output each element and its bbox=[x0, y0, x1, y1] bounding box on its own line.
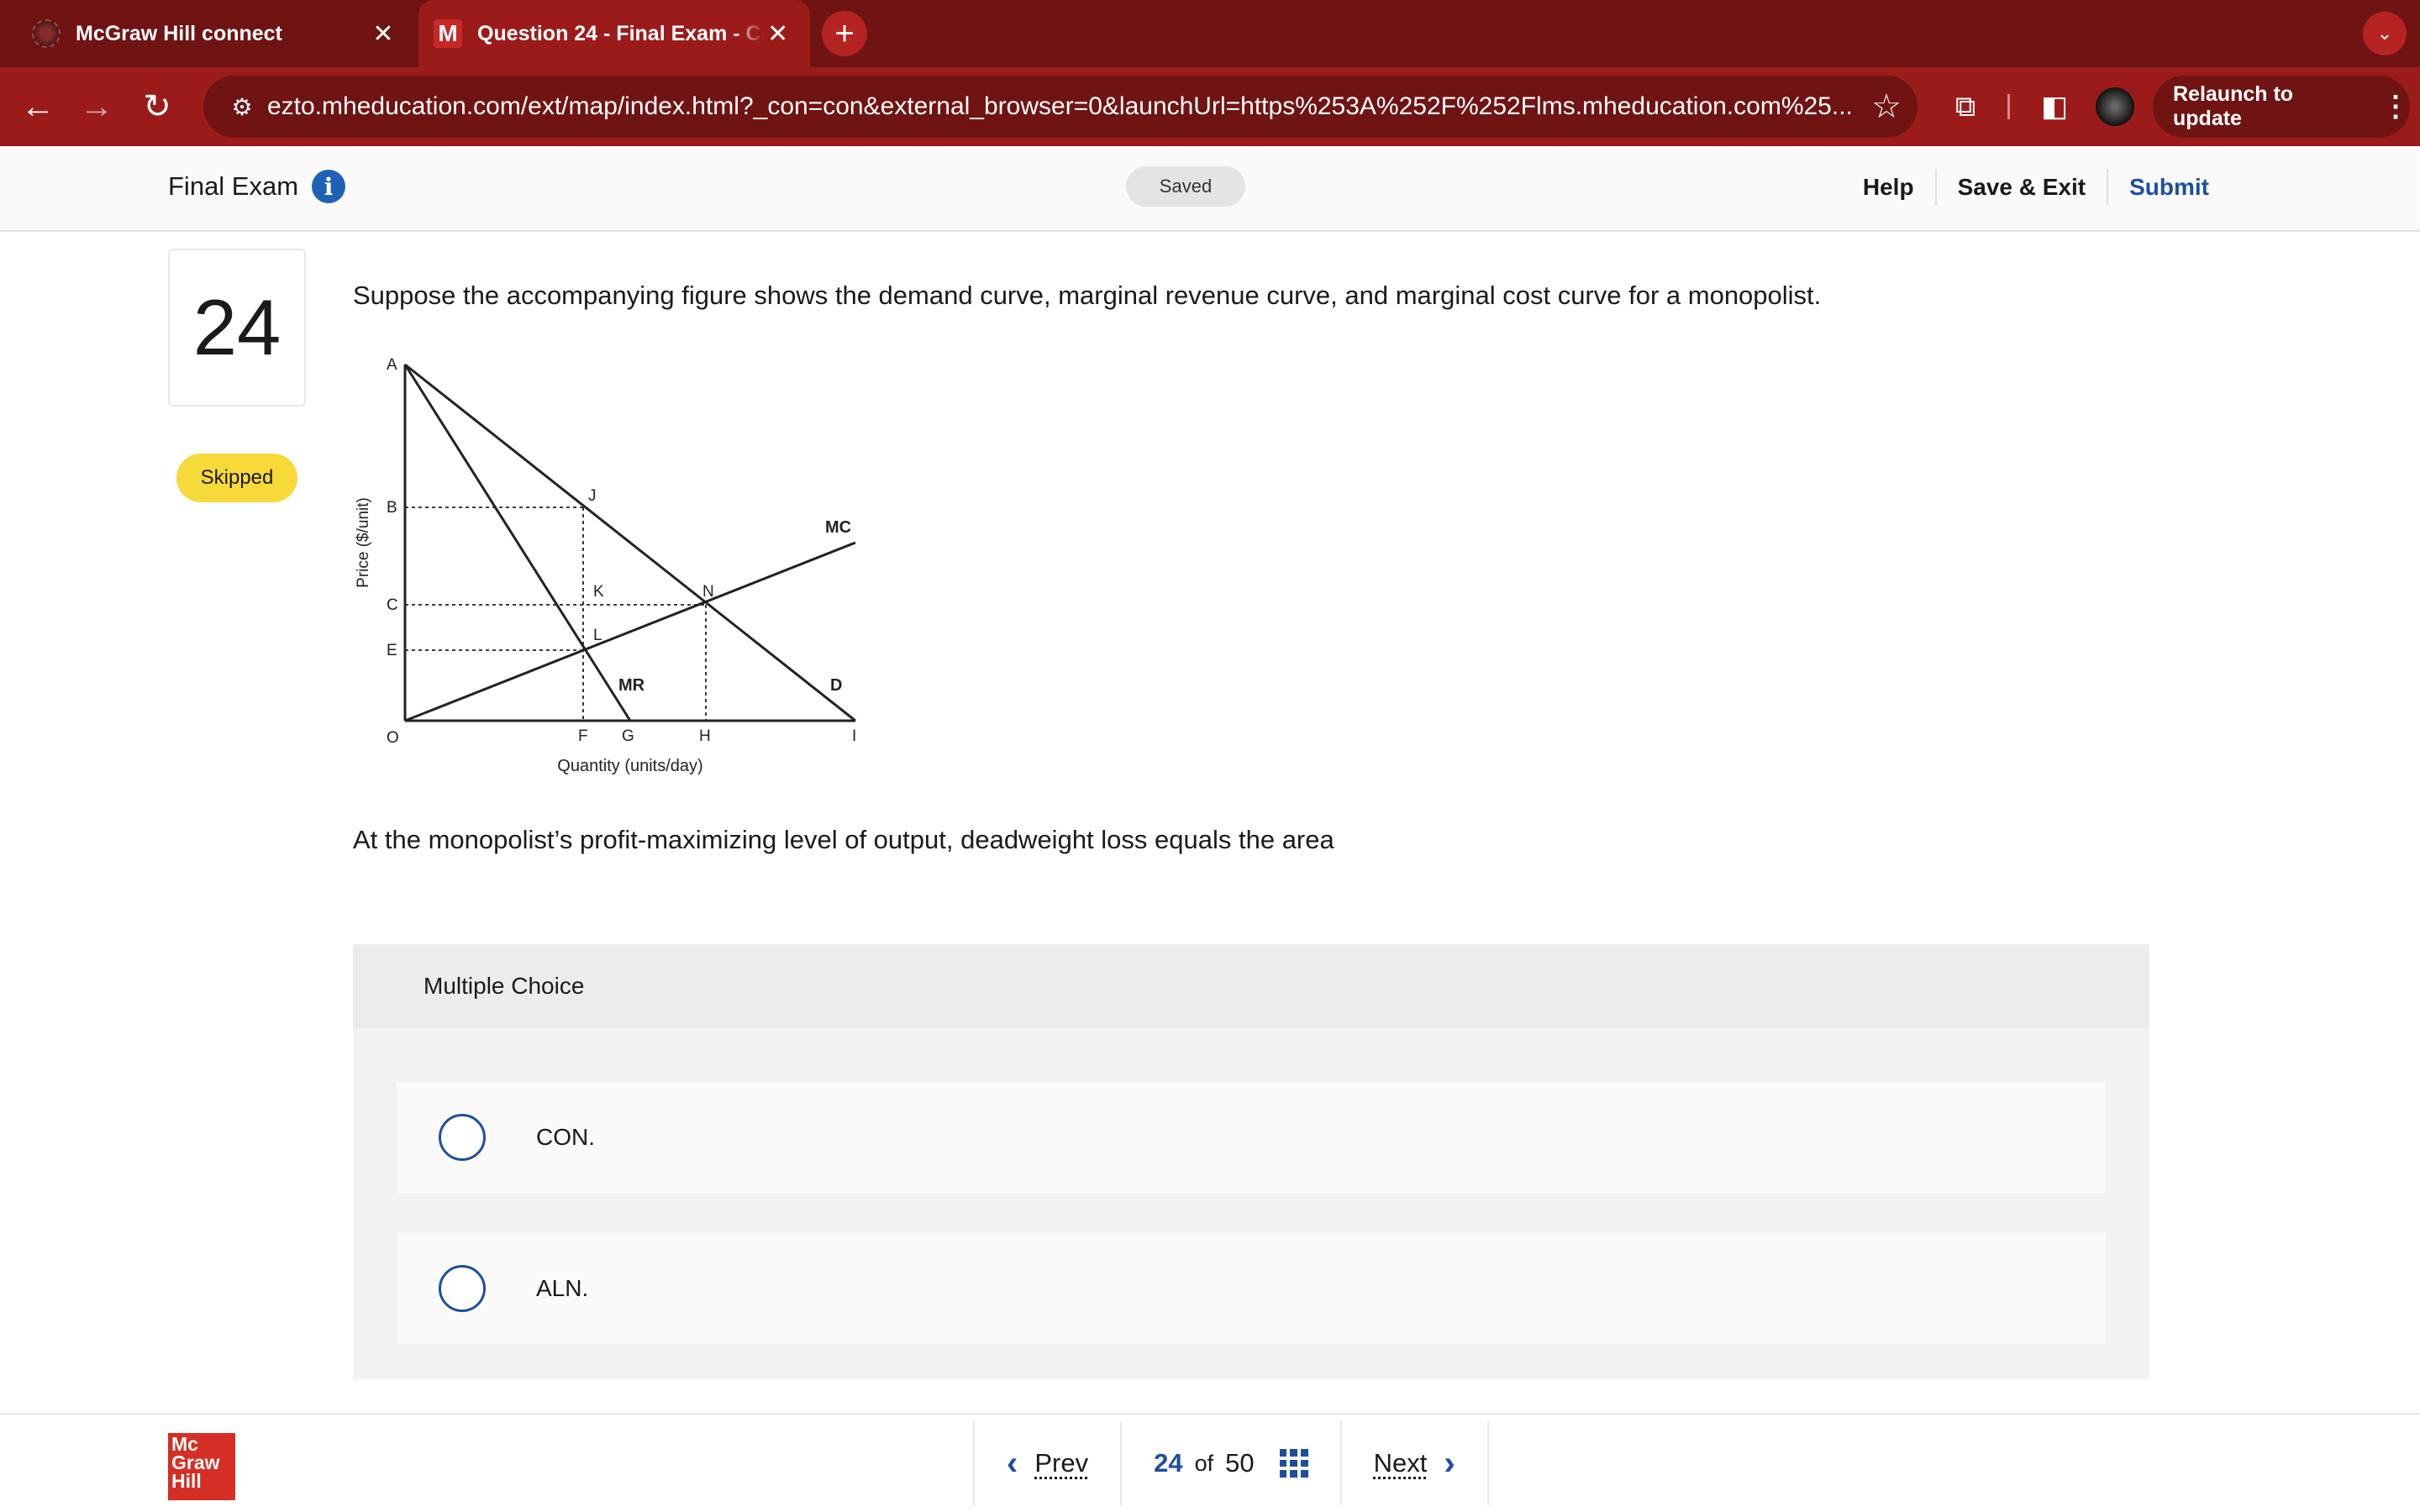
exam-header: Final Exam i Saved Help Save & Exit Subm… bbox=[0, 146, 2420, 232]
label-e: E bbox=[387, 642, 397, 659]
monopoly-figure: A B C E O J K L N F G H I MC MR D Price … bbox=[345, 344, 865, 794]
guide-lines bbox=[405, 507, 707, 721]
skipped-badge: Skipped bbox=[176, 454, 297, 502]
address-bar[interactable]: ⚙ ezto.mheducation.com/ext/map/index.htm… bbox=[203, 76, 1918, 138]
reload-icon[interactable]: ↻ bbox=[136, 86, 178, 128]
question-map-grid-icon[interactable] bbox=[1279, 1449, 1308, 1478]
connect-favicon-icon bbox=[32, 19, 60, 48]
label-mc: MC bbox=[825, 518, 851, 537]
label-d: D bbox=[830, 676, 842, 695]
relaunch-button[interactable]: Relaunch to update ⋮ bbox=[2153, 76, 2410, 138]
question-number: 24 bbox=[168, 249, 306, 407]
prev-button[interactable]: ‹ Prev bbox=[975, 1421, 1120, 1505]
browser-tab-connect[interactable]: McGraw Hill connect ✕ bbox=[0, 0, 418, 67]
monopoly-diagram-svg: A B C E O J K L N F G H I MC MR D Price … bbox=[355, 356, 856, 775]
choice-option-2[interactable]: ALN. bbox=[397, 1233, 2106, 1344]
toolbar-divider bbox=[2007, 94, 2010, 119]
label-h: H bbox=[699, 727, 711, 745]
choice-option-1[interactable]: CON. bbox=[397, 1082, 2106, 1193]
url-text[interactable]: ezto.mheducation.com/ext/map/index.html?… bbox=[267, 92, 1855, 121]
profile-avatar[interactable] bbox=[2096, 87, 2134, 126]
label-i: I bbox=[852, 727, 856, 745]
mcgraw-hill-logo: Mc Graw Hill bbox=[168, 1433, 235, 1500]
new-tab-button[interactable]: + bbox=[822, 11, 867, 56]
label-b: B bbox=[387, 499, 397, 517]
label-k: K bbox=[593, 583, 604, 601]
browser-tab-bar: McGraw Hill connect ✕ M Question 24 - Fi… bbox=[0, 0, 2420, 67]
demand-curve bbox=[404, 363, 856, 722]
question-prompt: Suppose the accompanying figure shows th… bbox=[353, 281, 1822, 310]
relaunch-label: Relaunch to update bbox=[2173, 82, 2294, 130]
question-text: At the monopolist’s profit-maximizing le… bbox=[353, 825, 1334, 854]
tab-title: Question 24 - Final Exam - Connect bbox=[477, 21, 764, 45]
menu-dots-icon[interactable]: ⋮ bbox=[2381, 90, 2410, 123]
chevron-left-icon: ‹ bbox=[1007, 1444, 1018, 1482]
submit-link[interactable]: Submit bbox=[2107, 169, 2230, 206]
label-o: O bbox=[387, 729, 399, 747]
curve-labels: MC MR D bbox=[618, 518, 851, 695]
curves bbox=[403, 363, 856, 722]
save-exit-link[interactable]: Save & Exit bbox=[1934, 169, 2107, 206]
choice-type-label: Multiple Choice bbox=[353, 944, 2149, 1028]
prev-label[interactable]: Prev bbox=[1034, 1448, 1088, 1478]
exam-title: Final Exam bbox=[168, 171, 299, 201]
help-link[interactable]: Help bbox=[1842, 169, 1935, 206]
chevron-right-icon: › bbox=[1444, 1444, 1455, 1482]
label-a: A bbox=[387, 356, 397, 374]
label-g: G bbox=[622, 727, 634, 745]
info-icon[interactable]: i bbox=[312, 170, 346, 203]
x-axis-label: Quantity (units/day) bbox=[557, 757, 702, 775]
exam-footer: Mc Graw Hill ‹ Prev 24 of 50 Next › bbox=[0, 1413, 2420, 1512]
multiple-choice-panel: Multiple Choice CON. ALN. bbox=[353, 944, 2149, 1379]
y-axis-label: Price ($/unit) bbox=[355, 497, 372, 588]
label-mr: MR bbox=[618, 676, 645, 695]
total-pages: 50 bbox=[1225, 1448, 1255, 1478]
tab-close-icon[interactable]: ✕ bbox=[764, 19, 792, 49]
next-button[interactable]: Next › bbox=[1339, 1421, 1487, 1505]
saved-status-badge: Saved bbox=[1126, 166, 1245, 207]
current-page: 24 bbox=[1154, 1448, 1183, 1478]
browser-toolbar: ← → ↻ ⚙ ezto.mheducation.com/ext/map/ind… bbox=[0, 67, 2420, 146]
browser-tab-question[interactable]: M Question 24 - Final Exam - Connect ✕ bbox=[418, 0, 810, 67]
tab-title: McGraw Hill connect bbox=[76, 21, 282, 45]
extensions-puzzle-icon[interactable]: ⧉ bbox=[1946, 87, 1985, 126]
tab-search-chevron-icon[interactable]: ⌄ bbox=[2363, 12, 2407, 55]
side-panel-icon[interactable]: ◧ bbox=[2035, 87, 2074, 126]
exam-title-group: Final Exam i bbox=[168, 170, 346, 203]
label-l: L bbox=[593, 627, 602, 644]
label-n: N bbox=[702, 583, 714, 601]
back-arrow-icon[interactable]: ← bbox=[17, 86, 59, 128]
next-label[interactable]: Next bbox=[1374, 1448, 1428, 1478]
label-j: J bbox=[588, 487, 597, 505]
choice-label[interactable]: CON. bbox=[536, 1124, 595, 1151]
header-actions: Help Save & Exit Submit bbox=[1842, 160, 2230, 215]
site-settings-icon[interactable]: ⚙ bbox=[217, 93, 267, 121]
mheducation-favicon-icon: M bbox=[434, 19, 462, 48]
label-f: F bbox=[578, 727, 588, 745]
label-c: C bbox=[387, 596, 398, 614]
page-indicator[interactable]: 24 of 50 bbox=[1120, 1421, 1340, 1505]
radio-button[interactable] bbox=[439, 1114, 486, 1161]
question-pager: ‹ Prev 24 of 50 Next › bbox=[973, 1421, 1489, 1505]
radio-button[interactable] bbox=[439, 1265, 486, 1312]
of-label: of bbox=[1194, 1450, 1214, 1476]
tab-close-icon[interactable]: ✕ bbox=[366, 19, 400, 49]
choice-label[interactable]: ALN. bbox=[536, 1275, 588, 1302]
bookmark-star-icon[interactable]: ☆ bbox=[1855, 87, 1918, 126]
forward-arrow-icon[interactable]: → bbox=[76, 86, 118, 128]
marginal-revenue-curve bbox=[403, 364, 632, 722]
